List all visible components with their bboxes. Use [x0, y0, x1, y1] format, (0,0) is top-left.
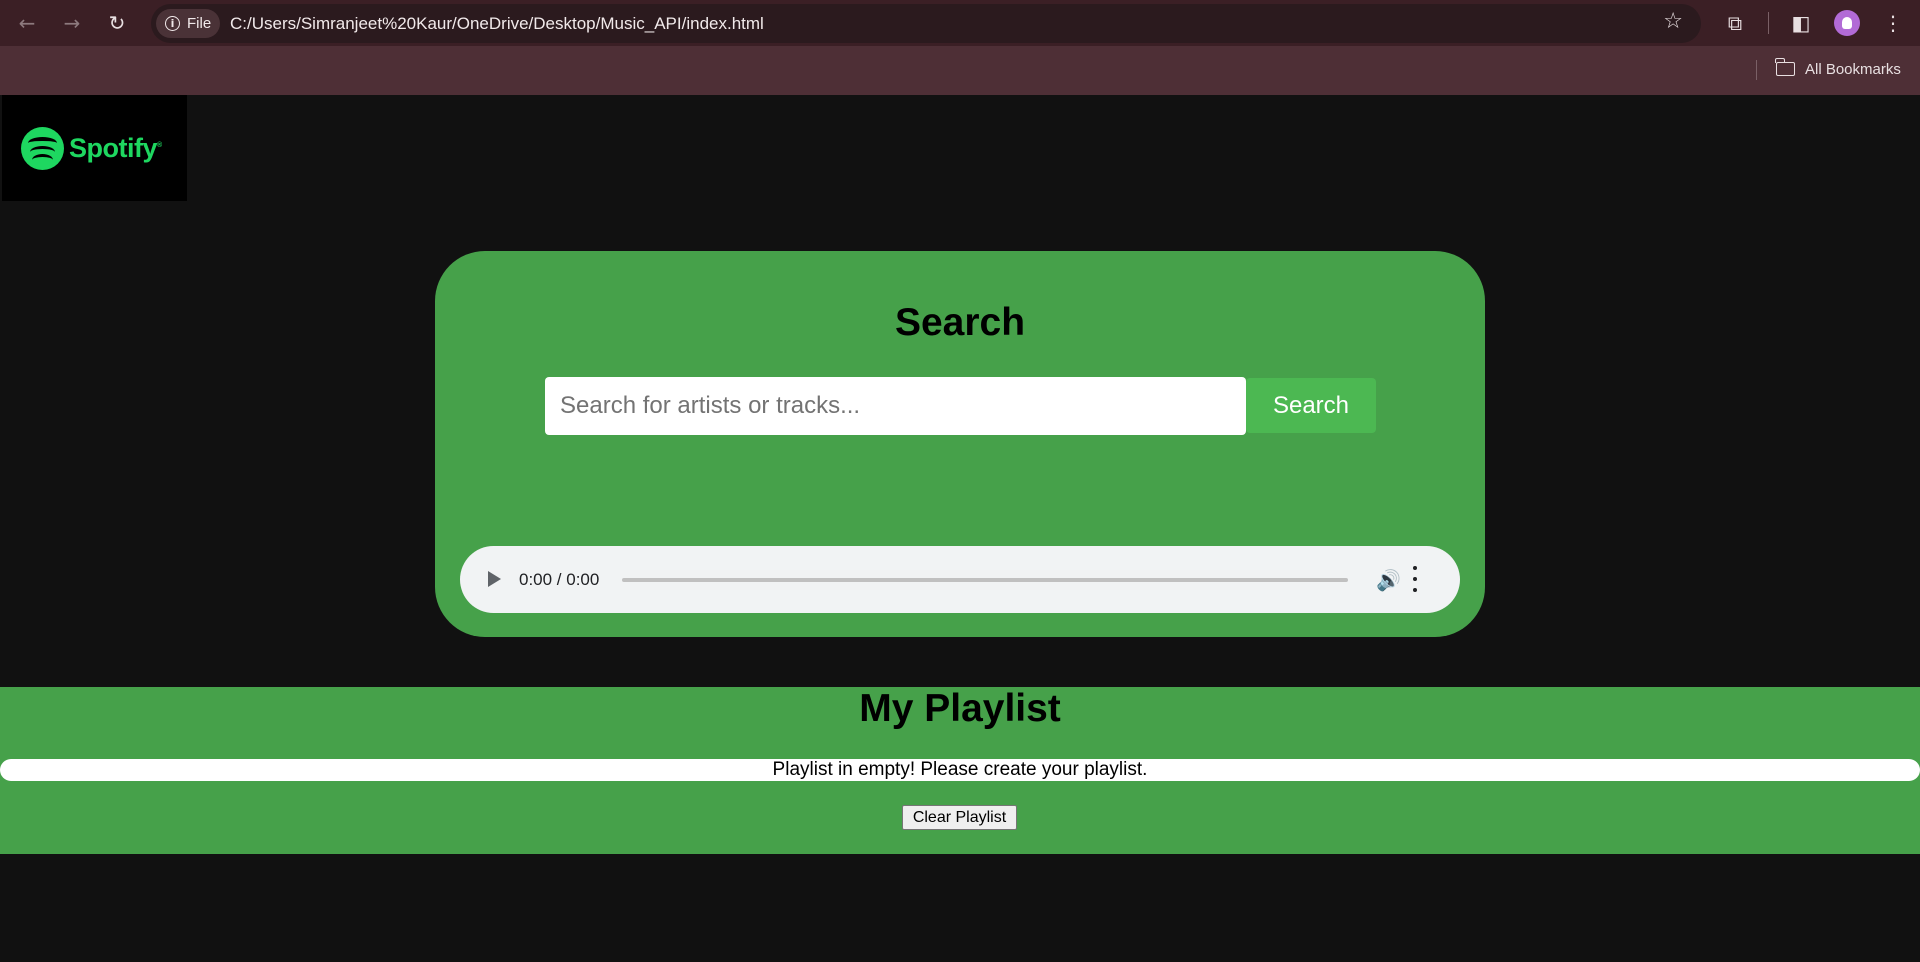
playlist-section: My Playlist Playlist in empty! Please cr… [0, 687, 1920, 854]
address-bar[interactable]: i File C:/Users/Simranjeet%20Kaur/OneDri… [151, 4, 1701, 43]
browser-toolbar: ← → ↻ i File C:/Users/Simranjeet%20Kaur/… [0, 0, 1920, 46]
audio-player[interactable]: 0:00 / 0:00 🔊 [460, 546, 1460, 613]
playlist-empty-message: Playlist in empty! Please create your pl… [0, 759, 1920, 781]
bookmarks-label: All Bookmarks [1805, 60, 1901, 78]
browser-chrome: ← → ↻ i File C:/Users/Simranjeet%20Kaur/… [0, 0, 1920, 95]
more-icon[interactable]: ⋮ [1878, 8, 1908, 38]
logo-text: Spotify® [69, 132, 162, 163]
audio-time: 0:00 / 0:00 [519, 570, 600, 589]
volume-icon[interactable]: 🔊 [1376, 568, 1401, 592]
extensions-icon[interactable]: ⧉ [1720, 8, 1750, 38]
spotify-logo: Spotify® [2, 95, 187, 201]
forward-icon[interactable]: → [57, 8, 87, 38]
search-card: Search Search 0:00 / 0:00 🔊 [435, 251, 1485, 637]
avatar-silhouette-icon [1842, 17, 1852, 29]
all-bookmarks-button[interactable]: All Bookmarks [1775, 57, 1901, 81]
search-title: Search [894, 301, 1026, 344]
search-button[interactable]: Search [1246, 378, 1376, 433]
url-text[interactable]: C:/Users/Simranjeet%20Kaur/OneDrive/Desk… [230, 4, 764, 43]
toolbar-divider [1768, 12, 1769, 34]
audio-options-icon[interactable] [1412, 566, 1418, 592]
side-panel-icon[interactable]: ◧ [1786, 8, 1816, 38]
back-icon[interactable]: ← [12, 8, 42, 38]
clear-playlist-button[interactable]: Clear Playlist [902, 805, 1017, 830]
info-icon: i [165, 16, 180, 31]
bookmarks-divider [1756, 60, 1757, 80]
spotify-logo-icon [21, 126, 64, 170]
reload-icon[interactable]: ↻ [102, 8, 132, 38]
site-info-chip[interactable]: i File [156, 9, 220, 38]
play-icon[interactable] [488, 571, 501, 587]
playlist-title: My Playlist [859, 687, 1061, 730]
file-chip-label: File [187, 15, 212, 32]
star-icon[interactable]: ☆ [1663, 9, 1683, 34]
page-content: Spotify® Search Search 0:00 / 0:00 🔊 My … [0, 95, 1920, 962]
search-input[interactable] [545, 377, 1246, 435]
audio-progress-bar[interactable] [622, 578, 1348, 582]
folder-icon [1775, 58, 1795, 76]
profile-avatar[interactable] [1834, 10, 1860, 36]
